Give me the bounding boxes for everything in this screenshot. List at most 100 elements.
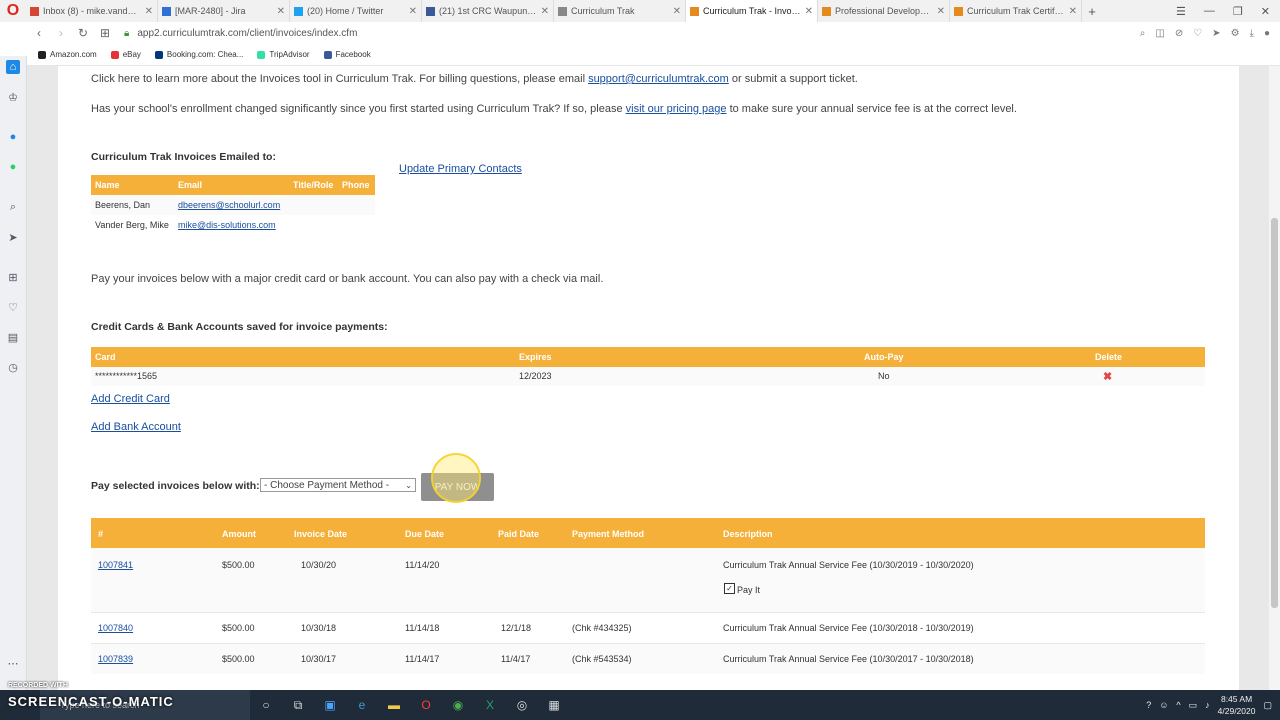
bookmark-amazon[interactable]: Amazon.com: [38, 50, 97, 59]
close-icon[interactable]: ✕: [1069, 6, 1077, 17]
store-icon[interactable]: ▣: [314, 690, 346, 720]
tab-jira[interactable]: [MAR-2480] - Jira ✕: [158, 0, 290, 22]
update-contacts-link[interactable]: Update Primary Contacts: [399, 163, 522, 175]
tab-invoices[interactable]: Curriculum Trak - Invoices ✕: [686, 0, 818, 22]
profile-icon[interactable]: ●: [1264, 28, 1270, 39]
back-icon[interactable]: ‹: [28, 26, 50, 40]
contact-row: Vander Berg, Mike mike@dis-solutions.com: [91, 215, 375, 235]
invoice-number-link[interactable]: 1007841: [98, 560, 133, 570]
pricing-page-link[interactable]: visit our pricing page: [626, 103, 727, 115]
search-icon[interactable]: ⌕: [1140, 28, 1146, 39]
tab-certification[interactable]: Curriculum Trak Certificatio✕: [950, 0, 1082, 22]
send-icon[interactable]: ➤: [1212, 28, 1220, 39]
chrome-icon[interactable]: ◉: [442, 690, 474, 720]
messenger-icon[interactable]: ●: [6, 130, 20, 144]
bookmark-tripadvisor[interactable]: TripAdvisor: [257, 50, 310, 59]
chevron-up-icon[interactable]: ^: [1176, 700, 1180, 710]
network-icon[interactable]: ▭: [1189, 700, 1198, 711]
app-icon[interactable]: ◎: [506, 690, 538, 720]
tab-curriculum-trak[interactable]: Curriculum Trak ✕: [554, 0, 686, 22]
reload-icon[interactable]: ↻: [72, 26, 94, 40]
tab-professional-development[interactable]: Professional Development ✕: [818, 0, 950, 22]
heart-icon[interactable]: ♡: [1193, 28, 1202, 39]
close-window-icon[interactable]: ✕: [1261, 5, 1270, 18]
tab-facebook[interactable]: (21) 1st CRC Waupun Wor ✕: [422, 0, 554, 22]
camera-icon[interactable]: ◫: [1155, 28, 1164, 39]
close-icon[interactable]: ✕: [937, 6, 945, 17]
history-icon[interactable]: ◷: [6, 360, 20, 374]
send-icon[interactable]: ➤: [6, 230, 20, 244]
close-icon[interactable]: ✕: [409, 6, 417, 17]
screencast-watermark: SCREENCAST-O-MATIC: [8, 694, 174, 709]
close-icon[interactable]: ✕: [805, 6, 813, 17]
adblock-icon[interactable]: ⊘: [1175, 28, 1183, 39]
people-icon[interactable]: ☺: [1159, 700, 1168, 710]
add-bank-account-link[interactable]: Add Bank Account: [91, 421, 181, 433]
maximize-icon[interactable]: ❐: [1233, 5, 1243, 18]
pay-it-checkbox[interactable]: ✓: [724, 583, 735, 594]
booking-icon: [154, 50, 163, 59]
screencast-icon[interactable]: ▦: [538, 690, 570, 720]
tab-twitter[interactable]: (20) Home / Twitter ✕: [290, 0, 422, 22]
invoices-header: # Amount Invoice Date Due Date Paid Date…: [91, 518, 1205, 548]
tab-menu-icon[interactable]: ☰: [1176, 5, 1186, 18]
file-explorer-icon[interactable]: ▬: [378, 690, 410, 720]
close-icon[interactable]: ✕: [145, 6, 153, 17]
speed-dial-icon[interactable]: ⊞: [94, 26, 116, 40]
forward-icon[interactable]: ›: [50, 26, 72, 40]
more-icon[interactable]: ⋯: [6, 656, 20, 670]
contact-email-link[interactable]: dbeerens@schoolurl.com: [178, 200, 280, 210]
url-field[interactable]: app2.curriculumtrak.com/client/invoices/…: [137, 28, 357, 39]
notifications-icon[interactable]: ▢: [1263, 700, 1272, 711]
bookmark-booking[interactable]: Booking.com: Chea...: [154, 50, 243, 59]
invoice-number-link[interactable]: 1007839: [98, 654, 133, 664]
volume-icon[interactable]: ♪: [1205, 700, 1210, 710]
scrollbar-thumb[interactable]: [1271, 218, 1278, 608]
curriculum-trak-icon: [822, 6, 831, 16]
minimize-icon[interactable]: —: [1204, 5, 1215, 18]
whatsapp-icon[interactable]: ●: [6, 160, 20, 174]
close-icon[interactable]: ✕: [541, 6, 549, 17]
scrollbar[interactable]: [1269, 66, 1280, 690]
pay-it-label: Pay It: [737, 585, 761, 595]
invoice-number-link[interactable]: 1007840: [98, 623, 133, 633]
lock-icon: 🔒︎: [124, 27, 130, 39]
settings-icon[interactable]: ⚙: [1231, 28, 1240, 39]
pay-with-label: Pay selected invoices below with:: [91, 480, 260, 492]
delete-card-icon[interactable]: ✖: [1103, 370, 1112, 383]
search-icon[interactable]: ⌕: [6, 200, 20, 214]
twitter-icon: [294, 6, 303, 16]
task-view-icon[interactable]: ⧉: [282, 690, 314, 720]
crown-icon[interactable]: ♔: [6, 90, 20, 104]
add-credit-card-link[interactable]: Add Credit Card: [91, 393, 170, 405]
new-tab-button[interactable]: +: [1082, 4, 1102, 19]
facebook-icon: [323, 50, 332, 59]
bookmark-facebook[interactable]: Facebook: [323, 50, 371, 59]
facebook-icon: [426, 6, 435, 16]
home-icon[interactable]: ⌂: [6, 60, 20, 74]
close-icon[interactable]: ✕: [673, 6, 681, 17]
support-email-link[interactable]: support@curriculumtrak.com: [588, 73, 729, 85]
pay-now-button[interactable]: PAY NOW: [421, 473, 494, 501]
excel-icon[interactable]: X: [474, 690, 506, 720]
download-icon[interactable]: ⤓: [1250, 28, 1254, 39]
close-icon[interactable]: ✕: [277, 6, 285, 17]
opera-menu-icon[interactable]: O: [0, 0, 26, 22]
windows-taskbar: Type here to search ○ ⧉ ▣ e ▬ O ◉ X ◎ ▦ …: [0, 690, 1280, 720]
system-clock[interactable]: 8:45 AM 4/29/2020: [1218, 693, 1256, 717]
page-margin-left: [27, 66, 58, 690]
grid-icon[interactable]: ⊞: [6, 270, 20, 284]
news-icon[interactable]: ▤: [6, 330, 20, 344]
page-icon: [558, 6, 567, 16]
bookmark-ebay[interactable]: eBay: [110, 50, 141, 59]
payment-method-select[interactable]: - Choose Payment Method - ⌄: [260, 478, 416, 492]
cortana-icon[interactable]: ○: [250, 690, 282, 720]
heart-icon[interactable]: ♡: [6, 300, 20, 314]
edge-icon[interactable]: e: [346, 690, 378, 720]
tab-gmail[interactable]: Inbox (8) - mike.vanderber ✕: [26, 0, 158, 22]
gmail-icon: [30, 6, 39, 16]
pay-note: Pay your invoices below with a major cre…: [91, 273, 604, 285]
help-icon[interactable]: ?: [1146, 700, 1151, 710]
opera-icon[interactable]: O: [410, 690, 442, 720]
contact-email-link[interactable]: mike@dis-solutions.com: [178, 220, 276, 230]
